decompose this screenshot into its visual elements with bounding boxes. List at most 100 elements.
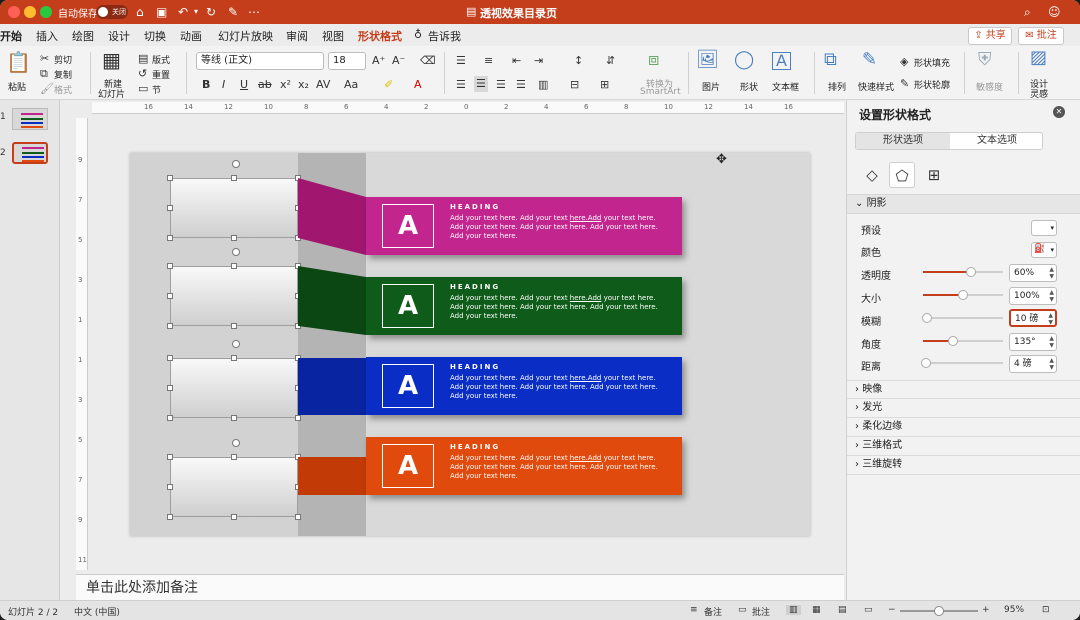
tab-animations[interactable]: 动画: [180, 28, 202, 44]
columns-icon[interactable]: ▥: [538, 78, 548, 92]
slider-knob[interactable]: [958, 290, 968, 300]
search-icon[interactable]: ⌕: [1024, 4, 1031, 20]
format-painter-button[interactable]: 格式: [54, 83, 72, 96]
quick-styles-button[interactable]: 快速样式: [858, 80, 894, 93]
zoom-in-icon[interactable]: +: [982, 605, 990, 615]
tab-transitions[interactable]: 切换: [144, 28, 166, 44]
decrease-indent-icon[interactable]: ⇤: [512, 54, 521, 68]
redo-icon[interactable]: ↻: [206, 4, 216, 20]
3d-format-section-header[interactable]: › 三维格式: [847, 437, 1080, 456]
paste-icon[interactable]: 📋: [6, 52, 31, 72]
text-direction-icon[interactable]: ⇵: [606, 54, 615, 68]
smartart-icon[interactable]: ⧈: [648, 51, 659, 69]
shadow-preset-dropdown[interactable]: ▾: [1031, 220, 1057, 236]
copy-button[interactable]: 复制: [54, 68, 72, 81]
colored-band[interactable]: A HEADING Add your text here. Add your tex…: [366, 197, 682, 255]
rotate-handle-icon[interactable]: [232, 160, 240, 168]
language-indicator[interactable]: 中文 (中国): [74, 605, 120, 618]
font-color-icon[interactable]: A: [414, 78, 422, 92]
picture-icon[interactable]: 🖼: [696, 51, 719, 69]
arrange-button[interactable]: 排列: [828, 80, 846, 93]
superscript-icon[interactable]: x²: [280, 78, 291, 92]
blur-input[interactable]: 10 磅 ▲ ▼: [1009, 309, 1057, 327]
sensitivity-button[interactable]: 敏感度: [976, 80, 1003, 93]
zoom-slider[interactable]: [900, 606, 978, 616]
highlight-icon[interactable]: ✐: [384, 78, 393, 92]
tab-text-options[interactable]: 文本选项: [950, 133, 1044, 149]
placeholder-box[interactable]: [170, 178, 298, 238]
slide-thumbnail-1[interactable]: [12, 108, 48, 130]
textbox-icon[interactable]: A: [772, 52, 791, 70]
shadow-section-header[interactable]: ⌄ 阴影: [847, 194, 1080, 214]
increase-font-icon[interactable]: A⁺: [372, 54, 385, 68]
selection-handle[interactable]: [167, 514, 173, 520]
selection-handle[interactable]: [167, 263, 173, 269]
bullets-icon[interactable]: ☰: [456, 54, 466, 68]
quick-styles-icon[interactable]: ✎: [862, 51, 877, 69]
clear-format-icon[interactable]: ⌫: [420, 54, 436, 68]
comments-toggle[interactable]: 批注: [752, 605, 770, 618]
placeholder-box[interactable]: [170, 457, 298, 517]
stepper-icon[interactable]: ▲ ▼: [1049, 289, 1054, 303]
selection-handle[interactable]: [167, 385, 173, 391]
line-spacing-icon[interactable]: ↕: [574, 54, 583, 68]
slide[interactable]: A HEADING Add your text here. Add your tex…: [130, 153, 810, 536]
slide-sorter-icon[interactable]: ▦: [812, 605, 821, 615]
angle-input[interactable]: 135° ▲ ▼: [1009, 333, 1057, 351]
selection-handle[interactable]: [167, 415, 173, 421]
fill-line-icon[interactable]: ◇: [859, 162, 885, 188]
home-icon[interactable]: ⌂: [136, 4, 144, 20]
share-button[interactable]: ⇪ 共享: [968, 27, 1012, 45]
zoom-window-button[interactable]: [40, 6, 52, 18]
align-text-icon[interactable]: ⊟: [570, 78, 579, 92]
underline-icon[interactable]: U: [240, 78, 248, 92]
text-box-options-icon[interactable]: ⊞: [600, 78, 609, 92]
selection-handle[interactable]: [167, 454, 173, 460]
tab-tell-me[interactable]: 告诉我: [428, 28, 461, 44]
tab-draw[interactable]: 绘图: [72, 28, 94, 44]
shadow-color-dropdown[interactable]: ⛽ ▾: [1031, 242, 1057, 258]
save-icon[interactable]: ▣: [156, 4, 167, 20]
italic-icon[interactable]: I: [222, 78, 225, 92]
copy-icon[interactable]: ⧉: [40, 67, 48, 81]
zoom-slider-knob[interactable]: [934, 606, 944, 616]
sensitivity-icon[interactable]: ⛨: [978, 51, 992, 69]
stepper-icon[interactable]: ▲ ▼: [1049, 266, 1054, 280]
slideshow-icon[interactable]: ▭: [864, 605, 873, 615]
tell-me-icon[interactable]: ♁: [414, 28, 422, 41]
cut-button[interactable]: 剪切: [54, 53, 72, 66]
rotate-handle-icon[interactable]: [232, 439, 240, 447]
slider-knob[interactable]: [948, 336, 959, 346]
selection-handle[interactable]: [167, 205, 173, 211]
textbox-button[interactable]: 文本框: [772, 80, 799, 93]
undo-icon[interactable]: ↶: [178, 4, 188, 20]
slider-knob[interactable]: [966, 267, 976, 277]
size-properties-icon[interactable]: ⊞: [921, 162, 947, 188]
picture-button[interactable]: 图片: [702, 80, 720, 93]
transparency-input[interactable]: 60% ▲ ▼: [1009, 264, 1057, 282]
selection-handle[interactable]: [167, 484, 173, 490]
3d-rotation-section-header[interactable]: › 三维旋转: [847, 456, 1080, 475]
selection-handle[interactable]: [231, 514, 237, 520]
slide-thumbnail-2[interactable]: [12, 142, 48, 164]
transparency-slider[interactable]: [923, 267, 1003, 277]
distance-slider[interactable]: [921, 358, 1003, 368]
placeholder-box[interactable]: [170, 358, 298, 418]
increase-indent-icon[interactable]: ⇥: [534, 54, 543, 68]
size-slider[interactable]: [923, 290, 1003, 300]
numbering-icon[interactable]: ≡: [484, 54, 493, 68]
selection-handle[interactable]: [167, 355, 173, 361]
selection-handle[interactable]: [231, 235, 237, 241]
fit-to-window-icon[interactable]: ⊡: [1042, 605, 1050, 615]
tab-review[interactable]: 审阅: [286, 28, 308, 44]
selection-handle[interactable]: [231, 263, 237, 269]
font-name-combo[interactable]: 等线 (正文): [196, 52, 324, 70]
align-right-icon[interactable]: ☰: [496, 78, 506, 92]
zoom-out-icon[interactable]: −: [888, 605, 896, 615]
section-button[interactable]: 节: [152, 83, 161, 96]
font-size-combo[interactable]: 18: [328, 52, 366, 70]
notes-pane[interactable]: 单击此处添加备注: [76, 574, 844, 600]
blur-slider[interactable]: [922, 313, 1003, 323]
selection-handle[interactable]: [167, 323, 173, 329]
char-spacing-icon[interactable]: AV: [316, 78, 330, 92]
